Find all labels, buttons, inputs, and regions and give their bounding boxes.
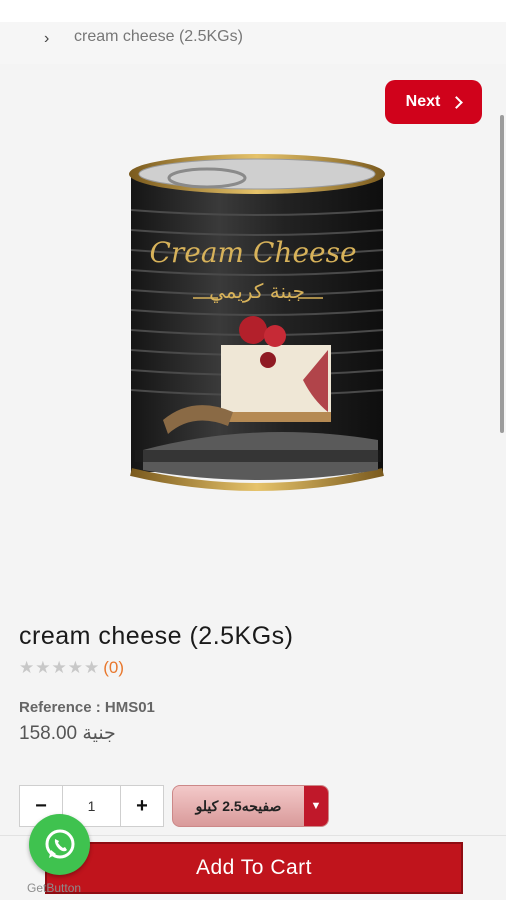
breadcrumb-separator: › [44,30,50,47]
whatsapp-icon [45,829,74,858]
reference-label: Reference : [19,699,105,716]
breadcrumb-current[interactable]: cream cheese (2.5KGs) [74,28,243,46]
product-image[interactable]: Cream Cheese جبنة كريمي [123,150,391,500]
chevron-right-icon [450,95,464,109]
variant-select[interactable]: صفيحه2.5 كيلو ▼ [172,785,329,827]
getbutton-label[interactable]: GetButton [27,881,81,895]
product-price: 158.00 جنية [19,723,116,744]
can-arabic-text: جبنة كريمي [209,279,305,304]
breadcrumb: › cream cheese (2.5KGs) [0,22,506,64]
variant-selected-value: صفيحه2.5 كيلو [195,797,282,814]
star-icon: ★ [35,658,51,677]
star-icon: ★ [51,658,67,677]
next-product-button[interactable]: Next [385,80,482,124]
star-icon: ★ [67,658,83,677]
scrollbar[interactable] [500,115,504,433]
increase-quantity-button[interactable]: + [121,786,163,826]
product-title: cream cheese (2.5KGs) [19,622,294,650]
star-icon: ★ [19,658,35,677]
review-count[interactable]: (0) [103,658,124,678]
add-to-cart-button[interactable]: Add To Cart [45,842,463,894]
dropdown-arrow-icon: ▼ [304,786,328,826]
rating: ★ ★ ★ ★ ★ (0) [19,658,124,678]
whatsapp-button[interactable] [29,814,90,875]
product-reference: Reference : HMS01 [19,699,155,716]
star-icon: ★ [84,658,100,677]
next-label: Next [405,93,441,110]
can-brand-text: Cream Cheese [149,236,356,269]
reference-value: HMS01 [104,699,155,716]
